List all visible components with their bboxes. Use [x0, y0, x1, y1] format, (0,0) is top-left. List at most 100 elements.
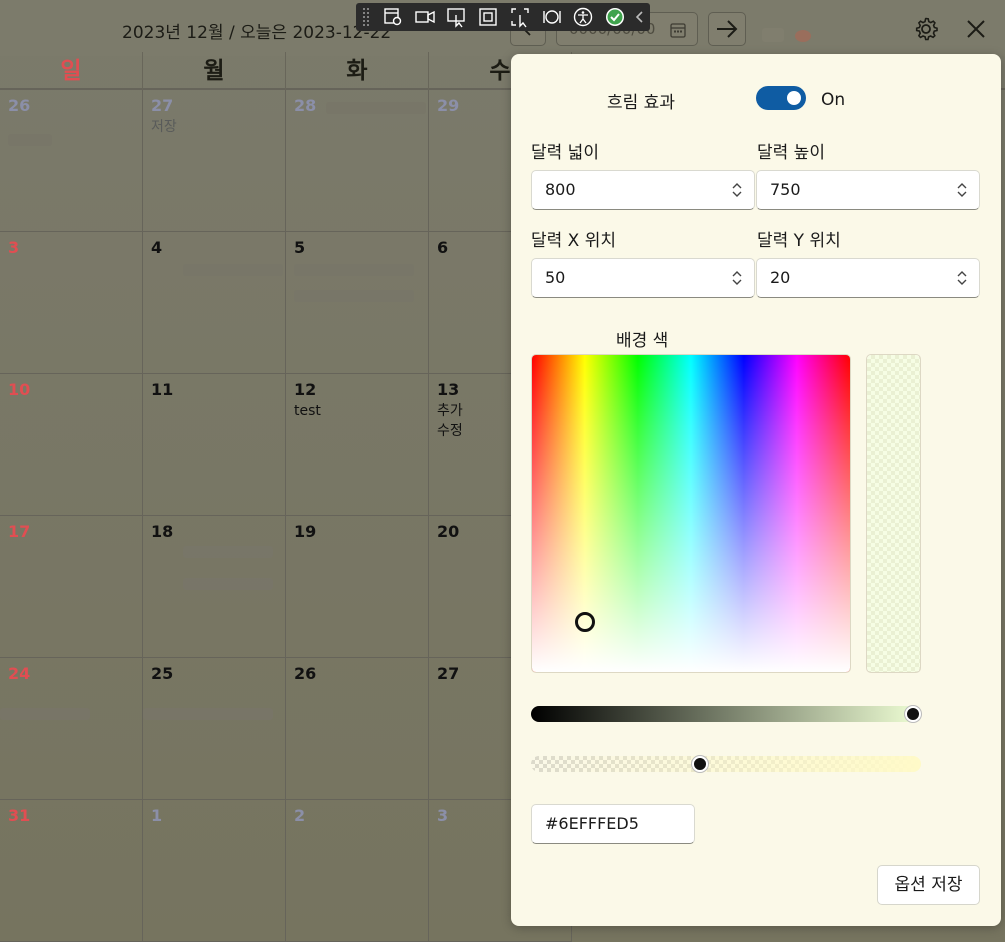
settings-panel: 흐림 효과 On 달력 넓이 달력 높이 800 750 달력 X 위치 달력 … — [511, 54, 1001, 926]
day-number: 1 — [151, 806, 163, 825]
capture-settings-button[interactable] — [378, 3, 410, 31]
capture-settings-icon — [384, 8, 402, 26]
blurred-event — [326, 102, 426, 114]
background-color-label: 배경 색 — [616, 331, 669, 351]
day-number: 24 — [8, 664, 31, 683]
weekday-monday: 월 — [143, 52, 286, 90]
accessibility-button[interactable] — [568, 3, 600, 31]
color-spectrum[interactable] — [531, 354, 851, 673]
day-number: 31 — [8, 806, 31, 825]
day-number: 18 — [151, 522, 174, 541]
record-video-button[interactable] — [409, 3, 441, 31]
blurred-event — [294, 264, 414, 276]
gear-icon — [915, 17, 938, 41]
day-cell[interactable]: 4 — [143, 232, 286, 374]
day-cell[interactable]: 28 — [286, 90, 429, 232]
day-cell[interactable]: 17 — [0, 516, 143, 658]
video-icon — [415, 10, 435, 24]
blur-effect-toggle[interactable] — [756, 86, 806, 110]
width-number-box[interactable]: 800 — [531, 170, 755, 210]
blurred-element — [762, 28, 784, 42]
hex-input[interactable]: #6EFFFED5 — [531, 804, 695, 844]
close-icon — [967, 20, 985, 38]
chevron-left-icon — [636, 11, 643, 23]
region-select-icon — [511, 8, 529, 28]
day-number: 29 — [437, 96, 460, 115]
color-preview-tint — [867, 355, 920, 672]
blurred-event — [8, 134, 52, 146]
day-cell[interactable]: 12 test — [286, 374, 429, 516]
toggle-knob — [787, 91, 801, 105]
width-label: 달력 넓이 — [531, 143, 599, 163]
confirm-button[interactable] — [599, 3, 631, 31]
calendar-title: 2023년 12월 / 오늘은 2023-12-22 — [122, 23, 392, 43]
day-cell[interactable]: 25 — [143, 658, 286, 800]
day-cell[interactable]: 18 — [143, 516, 286, 658]
alpha-slider[interactable] — [531, 756, 921, 772]
next-month-button[interactable] — [708, 12, 746, 46]
day-number: 26 — [8, 96, 31, 115]
spin-arrows-icon[interactable] — [955, 269, 969, 287]
day-cell[interactable]: 2 — [286, 800, 429, 942]
color-preview — [866, 354, 921, 673]
day-cell[interactable]: 24 — [0, 658, 143, 800]
event-label: 추가 — [437, 403, 463, 419]
x-position-number-box[interactable]: 50 — [531, 258, 755, 298]
blurred-event — [143, 708, 273, 720]
spin-arrows-icon[interactable] — [955, 181, 969, 199]
day-number: 5 — [294, 238, 306, 257]
arrow-right-icon — [717, 20, 738, 38]
toolbar-drag-handle[interactable] — [362, 7, 370, 27]
settings-button[interactable] — [906, 10, 946, 48]
frame-icon — [479, 8, 498, 26]
save-options-button[interactable]: 옵션 저장 — [877, 865, 980, 905]
event-label: 수정 — [437, 423, 463, 439]
height-value: 750 — [770, 180, 801, 199]
day-cell[interactable]: 31 — [0, 800, 143, 942]
region-select-button[interactable] — [504, 3, 536, 31]
weekday-tuesday: 화 — [286, 52, 429, 90]
spin-arrows-icon[interactable] — [730, 269, 744, 287]
spin-arrows-icon[interactable] — [730, 181, 744, 199]
collapse-toolbar-button[interactable] — [631, 3, 650, 31]
day-number: 6 — [437, 238, 449, 257]
day-cell[interactable]: 26 — [286, 658, 429, 800]
blurred-event — [0, 708, 90, 720]
day-cell[interactable]: 11 — [143, 374, 286, 516]
height-label: 달력 높이 — [757, 143, 825, 163]
day-cell[interactable]: 3 — [0, 232, 143, 374]
alpha-slider-thumb[interactable] — [692, 756, 708, 772]
day-number: 10 — [8, 380, 31, 399]
sync-button[interactable] — [536, 3, 568, 31]
value-slider[interactable] — [531, 706, 921, 722]
app-window: 2023년 12월 / 오늘은 2023-12-22 0000/00/00 — [0, 0, 1005, 942]
pointer-select-button[interactable] — [441, 3, 473, 31]
y-position-value: 20 — [770, 268, 791, 287]
color-picker-handle[interactable] — [575, 612, 595, 632]
day-cell[interactable]: 10 — [0, 374, 143, 516]
value-slider-thumb[interactable] — [905, 706, 921, 722]
blurred-event — [183, 578, 273, 590]
x-position-value: 50 — [545, 268, 566, 287]
close-button[interactable] — [956, 10, 996, 48]
day-cell[interactable]: 26 — [0, 90, 143, 232]
day-number: 25 — [151, 664, 174, 683]
day-cell[interactable]: 5 — [286, 232, 429, 374]
day-number: 17 — [8, 522, 31, 541]
x-position-label: 달력 X 위치 — [531, 231, 617, 251]
day-number: 2 — [294, 806, 306, 825]
day-cell[interactable]: 1 — [143, 800, 286, 942]
day-cell[interactable]: 27 저장 — [143, 90, 286, 232]
weekday-sunday: 일 — [0, 52, 143, 90]
day-number: 4 — [151, 238, 163, 257]
blurred-event — [183, 264, 283, 276]
frame-select-button[interactable] — [473, 3, 505, 31]
day-number: 3 — [437, 806, 449, 825]
y-position-number-box[interactable]: 20 — [756, 258, 980, 298]
capture-toolbar — [356, 3, 650, 31]
day-cell[interactable]: 19 — [286, 516, 429, 658]
height-number-box[interactable]: 750 — [756, 170, 980, 210]
y-position-label: 달력 Y 위치 — [757, 231, 841, 251]
blurred-event — [183, 546, 273, 558]
blur-effect-state: On — [821, 90, 846, 110]
